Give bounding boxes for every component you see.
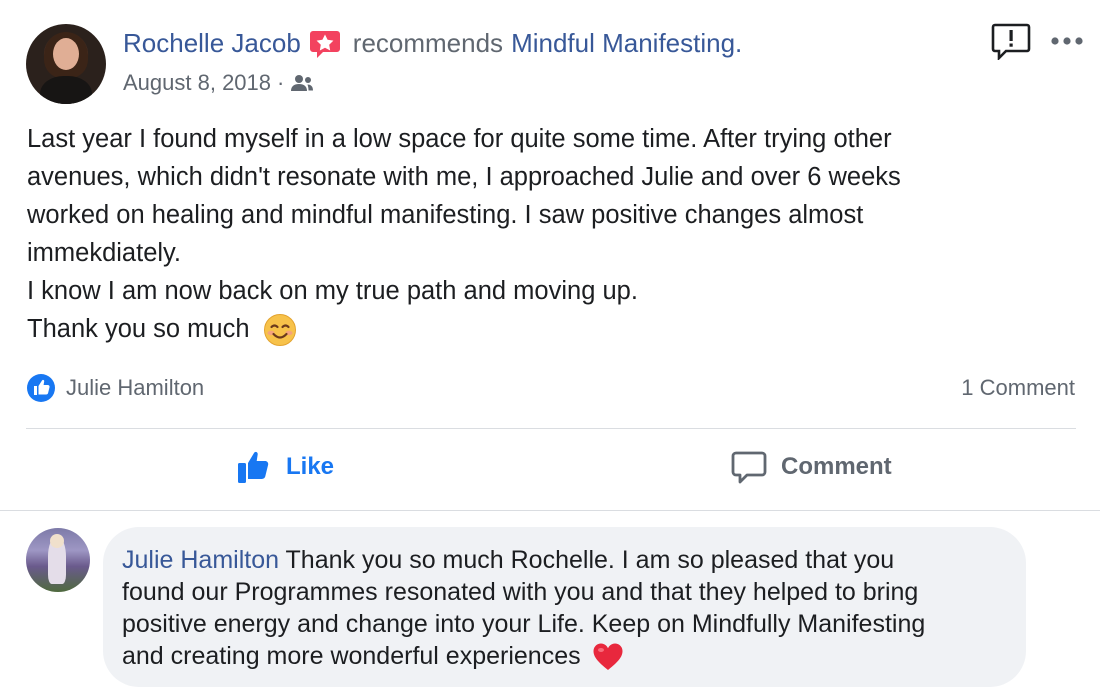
comment-bubble-icon bbox=[731, 451, 767, 484]
comment-author-name[interactable]: Julie Hamilton bbox=[122, 546, 279, 574]
post-text-line: Last year I found myself in a low space … bbox=[27, 125, 892, 153]
thumbs-up-icon bbox=[238, 451, 269, 483]
comment-text-line: positive energy and change into your Lif… bbox=[122, 610, 926, 638]
actions-divider bbox=[26, 428, 1076, 429]
post-text-line-last: Thank you so much bbox=[27, 310, 1077, 348]
post-text-line: immekdiately. bbox=[27, 239, 181, 267]
recommendation-star-icon bbox=[309, 29, 341, 59]
like-button[interactable]: Like bbox=[236, 449, 334, 485]
comment-last-line: and creating more wonderful experiences bbox=[122, 640, 1022, 672]
comment-count[interactable]: 1 Comment bbox=[961, 375, 1075, 401]
friends-icon[interactable] bbox=[290, 74, 314, 92]
recommends-text: recommends bbox=[352, 28, 504, 58]
commenter-avatar[interactable] bbox=[26, 528, 90, 592]
reactor-name[interactable]: Julie Hamilton bbox=[66, 375, 204, 401]
red-heart-emoji-icon bbox=[593, 643, 623, 671]
comment-button[interactable]: Comment bbox=[731, 449, 892, 485]
post-text: Last year I found myself in a low space … bbox=[27, 120, 1077, 348]
post-author-avatar[interactable] bbox=[26, 24, 106, 104]
post-text-line: Thank you so much bbox=[27, 315, 250, 343]
post-date[interactable]: August 8, 2018 bbox=[123, 70, 271, 96]
comments-divider bbox=[0, 510, 1100, 511]
comment-first-line: Julie Hamilton Thank you so much Rochell… bbox=[122, 544, 1022, 576]
meta-separator: · bbox=[277, 70, 285, 95]
comment-label: Comment bbox=[781, 453, 892, 480]
comment-text-line: Thank you so much Rochelle. I am so plea… bbox=[285, 546, 895, 574]
post-meta: August 8, 2018 · bbox=[123, 70, 314, 96]
comment-text-line: and creating more wonderful experiences bbox=[122, 642, 581, 670]
more-options-icon[interactable] bbox=[1050, 35, 1084, 47]
report-icon[interactable] bbox=[991, 22, 1031, 60]
avatar-head bbox=[50, 534, 64, 548]
smiling-face-emoji-icon bbox=[263, 314, 296, 347]
reactions-summary[interactable]: Julie Hamilton bbox=[26, 373, 204, 403]
comment-text-line: found our Programmes resonated with you … bbox=[122, 578, 919, 606]
post-text-line: I know I am now back on my true path and… bbox=[27, 277, 638, 305]
comment-text: Julie Hamilton Thank you so much Rochell… bbox=[122, 544, 1022, 672]
post-text-line: avenues, which didn't resonate with me, … bbox=[27, 163, 901, 191]
like-reaction-icon bbox=[27, 374, 55, 402]
post-header: Rochelle Jacob recommends Mindful Manife… bbox=[123, 28, 742, 59]
post-author-name[interactable]: Rochelle Jacob bbox=[123, 28, 301, 59]
avatar-body bbox=[40, 76, 92, 104]
like-label: Like bbox=[286, 453, 335, 480]
page-link[interactable]: Mindful Manifesting. bbox=[511, 28, 742, 59]
post-text-line: worked on healing and mindful manifestin… bbox=[27, 201, 864, 229]
avatar-face bbox=[53, 38, 79, 70]
